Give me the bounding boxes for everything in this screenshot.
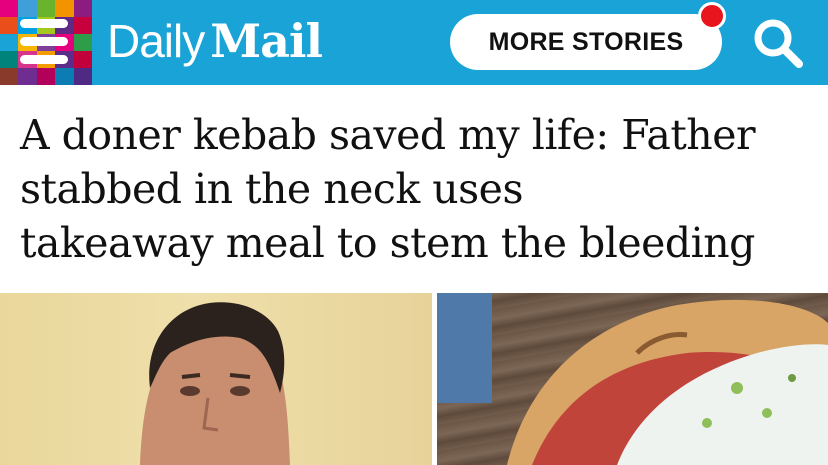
menu-tile-cell xyxy=(73,34,92,51)
headline-line: A doner kebab saved my life: Father xyxy=(20,111,756,159)
hamburger-menu-icon[interactable] xyxy=(20,19,68,65)
daily-mail-logo[interactable]: Daily Mail xyxy=(107,14,323,70)
kebab-illustration xyxy=(437,293,828,465)
menu-tile-cell xyxy=(0,34,19,51)
more-stories-button[interactable]: MORE STORIES xyxy=(450,14,722,70)
menu-tile-cell xyxy=(18,68,37,85)
menu-tile-cell xyxy=(18,0,37,17)
man-portrait-photo[interactable] xyxy=(0,293,432,465)
menu-tile-cell xyxy=(55,0,74,17)
menu-tile-cell xyxy=(36,0,56,17)
search-icon[interactable] xyxy=(750,15,806,71)
menu-tile-cell xyxy=(73,68,92,85)
portrait-illustration xyxy=(140,302,290,465)
top-navigation-bar: Daily Mail MORE STORIES xyxy=(0,0,828,85)
menu-tile-cell xyxy=(36,68,56,85)
notification-dot-icon xyxy=(698,2,726,30)
headline-line: takeaway meal to stem the bleeding xyxy=(20,219,755,267)
menu-tile-cell xyxy=(73,0,92,17)
menu-tile-cell xyxy=(0,68,19,85)
menu-tile-cell xyxy=(0,17,19,34)
menu-tile-cell xyxy=(55,68,74,85)
logo-mail-text: Mail xyxy=(210,14,323,68)
menu-tile-cell xyxy=(73,17,92,34)
headline-line: stabbed in the neck uses xyxy=(20,165,523,213)
article-headline[interactable]: A doner kebab saved my life: Father stab… xyxy=(20,108,810,270)
menu-tile-cell xyxy=(0,51,19,68)
menu-tile-cell xyxy=(73,51,92,68)
menu-tile-cell xyxy=(0,0,19,17)
logo-daily-text: Daily xyxy=(107,15,205,67)
doner-kebab-photo[interactable] xyxy=(437,293,828,465)
